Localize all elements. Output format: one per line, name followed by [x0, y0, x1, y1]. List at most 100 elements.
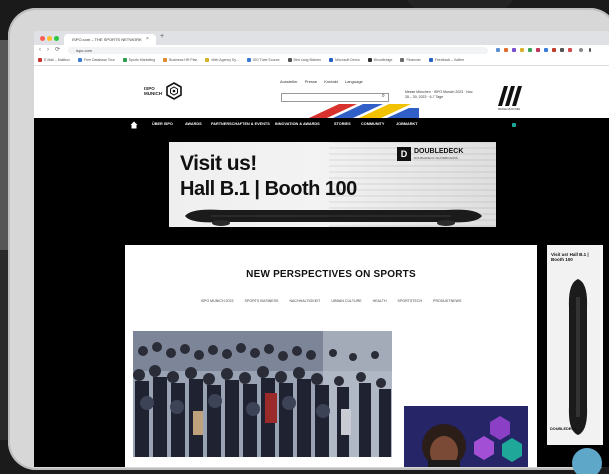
doubledeck-tagline: DOUBLEDECK SKATEBOARDS	[414, 156, 458, 160]
bookmark-favicon-icon	[428, 58, 433, 62]
extension-icon[interactable]	[560, 48, 564, 52]
site-logo-text[interactable]: ISPO MUNICH	[144, 86, 164, 96]
utility-link[interactable]: Language	[345, 79, 363, 84]
bookmark-favicon-icon	[400, 58, 405, 62]
new-tab-button[interactable]: +	[160, 33, 164, 40]
address-bar[interactable]: ispo.com	[68, 47, 488, 54]
side-skyscraper-ad[interactable]: Visit us! Hall B.1 | Booth 100 DOUBLEDEC…	[547, 245, 603, 445]
featured-portrait-tile[interactable]	[404, 406, 528, 467]
category-link[interactable]: SPORTSTECH	[398, 299, 423, 303]
browser-tab-title: ISPO.com – THE SPORTS NETWORK	[72, 37, 142, 42]
banner-ad[interactable]: Visit us! Hall B.1 | Booth 100 D DOUBLED…	[169, 142, 496, 227]
site-header: ISPO MUNICH Aussteller Presse Kontakt La…	[34, 66, 609, 118]
bookmark-item[interactable]: Free Database Tour	[77, 56, 115, 65]
extension-icon[interactable]	[552, 48, 556, 52]
bookmark-favicon-icon	[163, 58, 168, 62]
bookmark-favicon-icon	[287, 58, 292, 62]
nav-item[interactable]: JOBMARKT	[396, 122, 418, 126]
forward-icon[interactable]: ›	[47, 46, 49, 55]
chat-bubble-icon[interactable]	[572, 448, 602, 474]
bookmark-item[interactable]: Bird Lang Marken	[287, 56, 321, 65]
maximize-window-icon[interactable]	[54, 36, 59, 41]
nav-item[interactable]: COMMUNITY	[361, 122, 384, 126]
bookmarks-bar: E-Mail – Mailbox Free Database Tour Spor…	[34, 56, 609, 66]
skateboard-image	[185, 209, 482, 226]
event-info-text: Messe München · ISPO Munich 2023 · Nov. …	[405, 90, 474, 99]
category-link[interactable]: HEALTH	[373, 299, 387, 303]
extension-icon[interactable]	[536, 48, 540, 52]
extension-icon[interactable]	[528, 48, 532, 52]
utility-links: Aussteller Presse Kontakt Language	[280, 79, 369, 84]
bookmark-item[interactable]: ISO Tube Source	[246, 56, 280, 65]
portrait-image	[404, 406, 528, 467]
bookmark-item[interactable]: Sports Marketing	[122, 56, 155, 65]
tablet-frame: ISPO.com – THE SPORTS NETWORK × + ‹ › ⟳ …	[8, 8, 609, 470]
doubledeck-name: DOUBLEDECK	[414, 148, 464, 155]
extension-icon[interactable]	[496, 48, 500, 52]
home-icon[interactable]	[130, 121, 138, 129]
category-link[interactable]: NACHHALTIGKEIT	[289, 299, 320, 303]
bookmark-item[interactable]: Feedback – Kaffee	[428, 56, 464, 65]
bookmark-item[interactable]: Microsoft Demo	[329, 56, 360, 65]
site-navigation: ÜBER ISPO AWARDS PARTNERSCHAFTEN & EVENT…	[34, 118, 609, 132]
side-ad-brand: DOUBLEDECK	[550, 427, 577, 431]
nav-item[interactable]: PARTNERSCHAFTEN & EVENTS	[211, 122, 270, 126]
nav-item[interactable]: ÜBER ISPO	[152, 122, 173, 126]
browser-tab-strip: ISPO.com – THE SPORTS NETWORK × +	[34, 31, 609, 45]
bookmark-item[interactable]: E-Mail – Mailbox	[38, 56, 70, 65]
bookmark-favicon-icon	[122, 58, 127, 62]
search-icon[interactable]: ⌕	[382, 93, 385, 100]
extension-icon[interactable]	[512, 48, 516, 52]
category-link[interactable]: SPORTS BUSINESS	[245, 299, 279, 303]
browser-toolbar: ‹ › ⟳ ispo.com	[34, 45, 609, 56]
site-search-input[interactable]: ⌕	[281, 93, 389, 102]
category-link[interactable]: URBAN CULTURE	[331, 299, 361, 303]
bookmark-favicon-icon	[205, 58, 210, 62]
bookmark-favicon-icon	[367, 58, 372, 62]
back-icon[interactable]: ‹	[39, 46, 41, 55]
category-links: ISPO MUNICH 2023 SPORTS BUSINESS NACHHAL…	[125, 299, 537, 303]
category-link[interactable]: ISPO MUNICH 2023	[201, 299, 234, 303]
nav-item[interactable]: INNOVATION & AWARDS	[275, 122, 320, 126]
extension-icon[interactable]	[544, 48, 548, 52]
utility-link[interactable]: Aussteller	[280, 79, 298, 84]
browser-tab[interactable]: ISPO.com – THE SPORTS NETWORK	[64, 34, 156, 45]
close-window-icon[interactable]	[40, 36, 45, 41]
category-link[interactable]: PRODUKTNEWS	[433, 299, 461, 303]
crowd-photo[interactable]	[133, 331, 392, 457]
bookmark-favicon-icon	[38, 58, 42, 62]
minimize-window-icon[interactable]	[47, 36, 52, 41]
banner-booth-text: Hall B.1 | Booth 100	[180, 178, 357, 200]
crowd-photo-image	[133, 331, 392, 457]
utility-link[interactable]: Presse	[305, 79, 317, 84]
bookmark-item[interactable]: Woodbridge	[367, 56, 392, 65]
utility-link[interactable]: Kontakt	[324, 79, 338, 84]
nav-accent-icon[interactable]	[512, 123, 516, 127]
bookmark-favicon-icon	[246, 58, 251, 62]
brand-subtext: MESSE MÜNCHEN	[498, 108, 521, 111]
extension-icon[interactable]	[568, 48, 572, 52]
bookmark-favicon-icon	[329, 58, 334, 62]
nav-item[interactable]: STORIES	[334, 122, 351, 126]
skateboard-vertical-image	[568, 279, 588, 435]
bookmark-item[interactable]: Business HR Plan	[163, 56, 197, 65]
banner-headline: Visit us!	[180, 152, 257, 175]
doubledeck-logo: D DOUBLEDECK DOUBLEDECK SKATEBOARDS	[397, 147, 489, 161]
tab-close-icon[interactable]: ×	[146, 34, 149, 45]
extension-icon[interactable]	[504, 48, 508, 52]
extension-icon[interactable]	[520, 48, 524, 52]
section-title: NEW PERSPECTIVES ON SPORTS	[246, 269, 416, 280]
bookmark-favicon-icon	[77, 58, 82, 62]
content-card: NEW PERSPECTIVES ON SPORTS ISPO MUNICH 2…	[125, 245, 537, 467]
reload-icon[interactable]: ⟳	[55, 46, 60, 55]
profile-icon[interactable]	[579, 48, 583, 52]
tablet-screen: ISPO.com – THE SPORTS NETWORK × + ‹ › ⟳ …	[34, 31, 609, 467]
nav-item[interactable]: AWARDS	[185, 122, 202, 126]
address-bar-url: ispo.com	[76, 48, 93, 53]
hexagon-logo-icon[interactable]	[165, 82, 183, 100]
bookmark-item[interactable]: Financier	[400, 56, 421, 65]
messe-brand-logo-icon[interactable]	[496, 84, 522, 108]
bookmark-item[interactable]: Web Agency Sy...	[205, 56, 239, 65]
menu-icon[interactable]	[589, 48, 591, 52]
side-ad-text: Visit us! Hall B.1 | Booth 100	[551, 252, 589, 262]
